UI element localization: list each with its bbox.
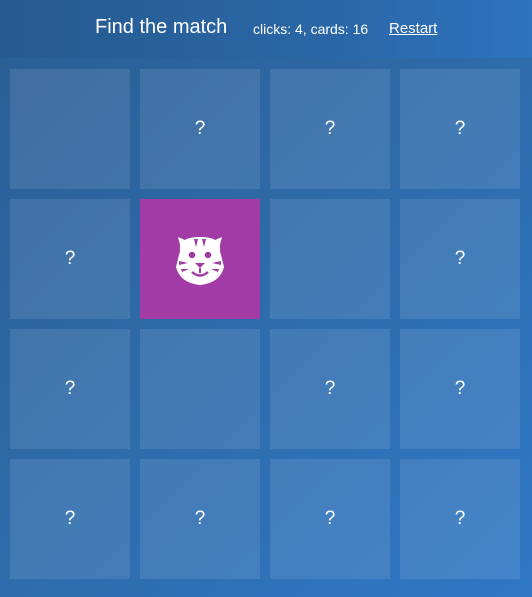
- card-11[interactable]: ?: [270, 329, 390, 449]
- card-10[interactable]: [140, 329, 260, 449]
- page-title: Find the match: [95, 16, 228, 38]
- card-16[interactable]: ?: [400, 459, 520, 579]
- tiger-icon: [176, 237, 224, 285]
- card-2[interactable]: ?: [140, 69, 260, 189]
- card-3[interactable]: ?: [270, 69, 390, 189]
- card-12[interactable]: ?: [400, 329, 520, 449]
- game-status: clicks: 4, cards: 16: [253, 21, 369, 37]
- card-14[interactable]: ?: [140, 459, 260, 579]
- card-5[interactable]: ?: [10, 199, 130, 319]
- card-9[interactable]: ?: [10, 329, 130, 449]
- card-15[interactable]: ?: [270, 459, 390, 579]
- card-4[interactable]: ?: [400, 69, 520, 189]
- card-7[interactable]: [270, 199, 390, 319]
- card-6-revealed[interactable]: [140, 199, 260, 319]
- restart-link[interactable]: Restart: [389, 20, 437, 38]
- header-bar: Find the match clicks: 4, cards: 16 Rest…: [0, 0, 532, 58]
- card-grid: ? ? ? ? ? ? ? ? ? ? ? ?: [0, 59, 532, 597]
- card-1[interactable]: [10, 69, 130, 189]
- card-8[interactable]: ?: [400, 199, 520, 319]
- card-13[interactable]: ?: [10, 459, 130, 579]
